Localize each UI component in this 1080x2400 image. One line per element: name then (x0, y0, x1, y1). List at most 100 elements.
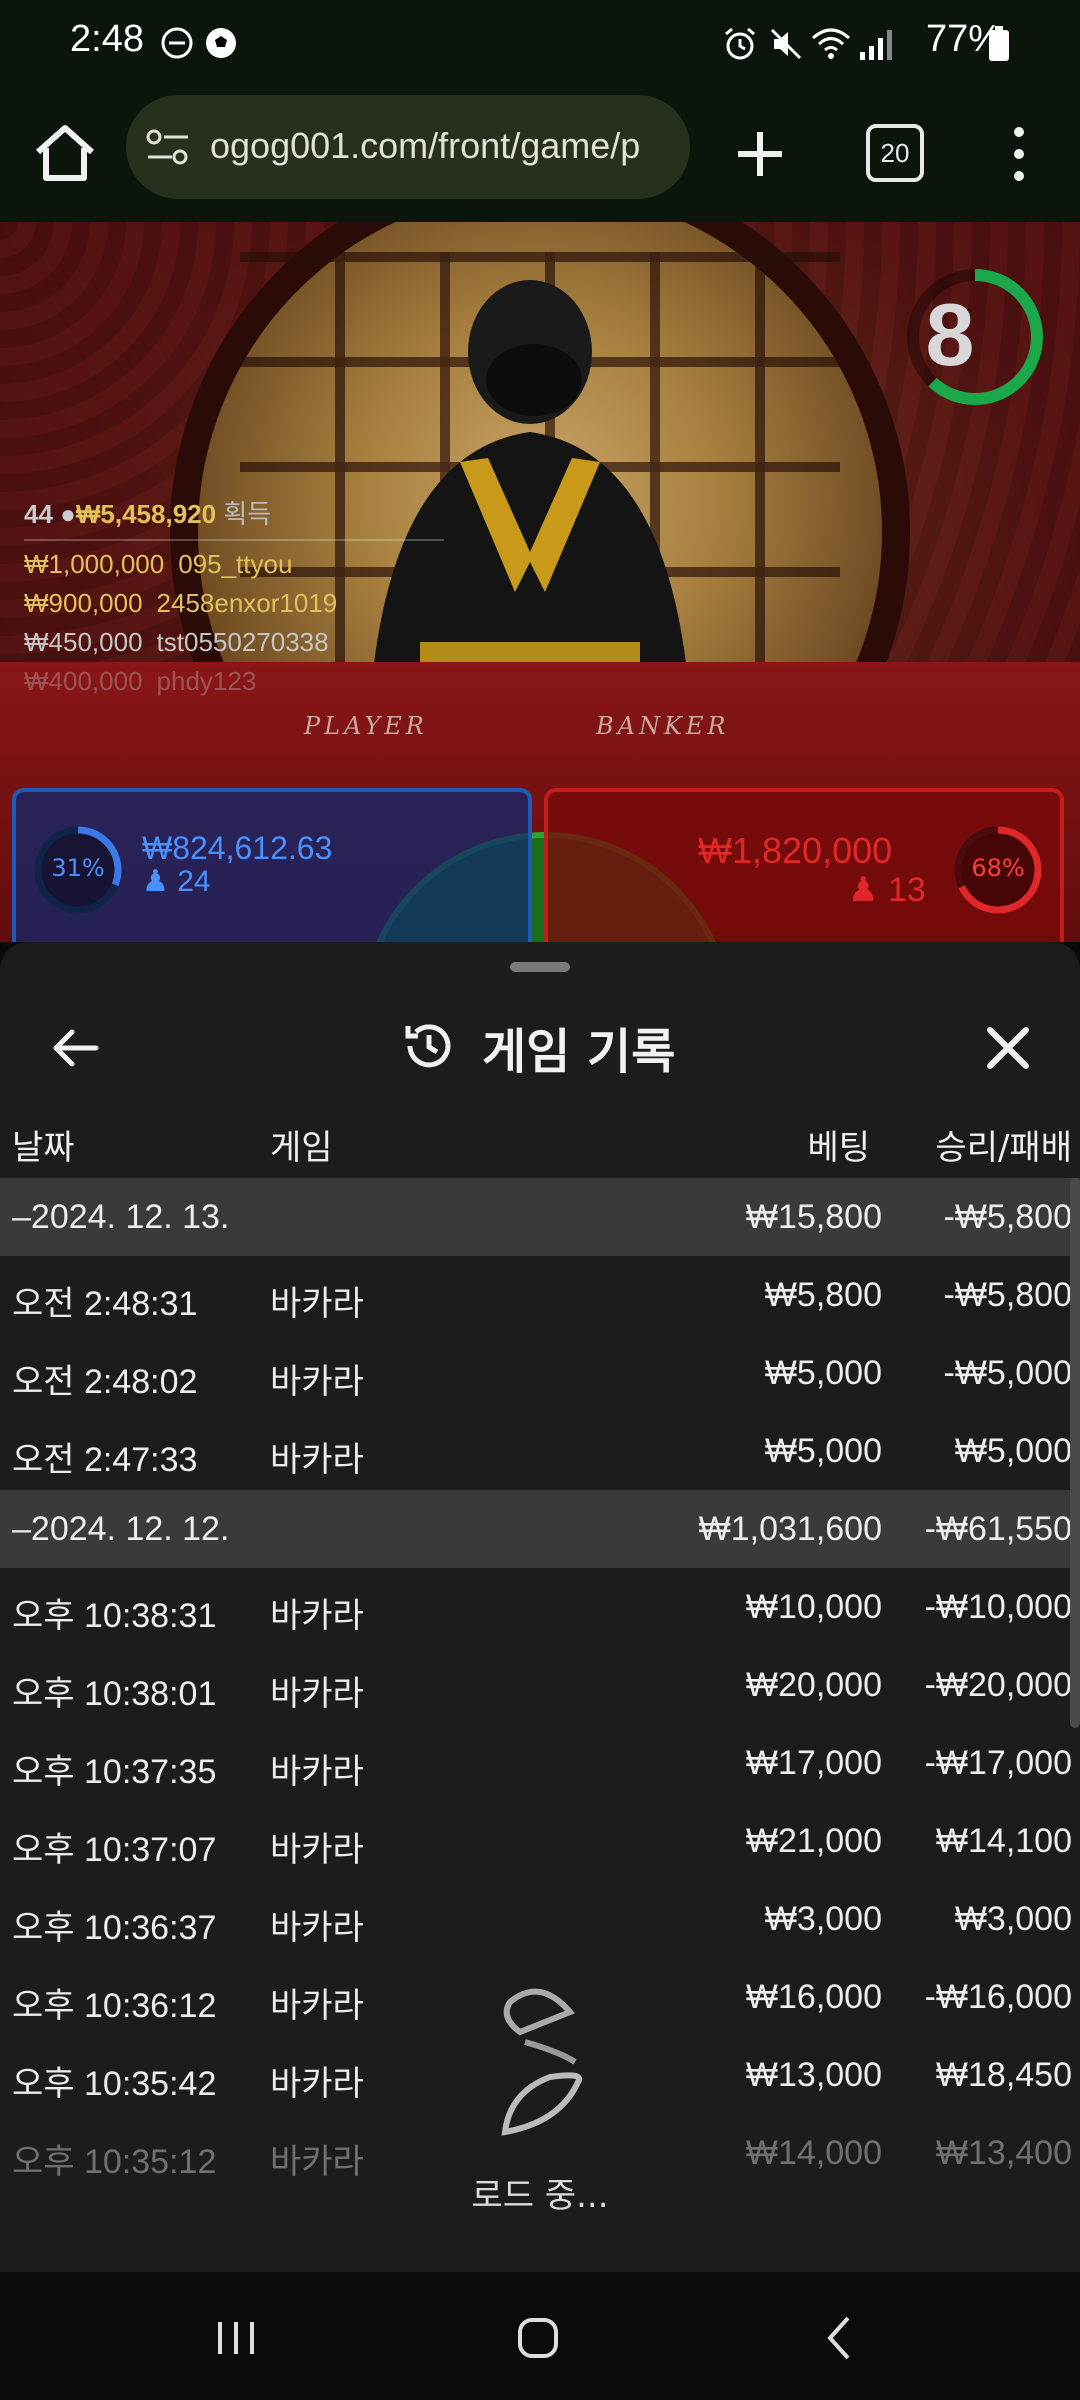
row-game: 바카라 (270, 1675, 364, 1713)
back-arrow-icon[interactable] (50, 1022, 102, 1074)
history-row: 오후 10:38:01 바카라 ₩20,000 -₩20,000 (0, 1646, 1080, 1724)
banker-bettor-count: ♟ 13 (848, 870, 926, 910)
wifi-icon (812, 28, 850, 59)
row-date: 오후 10:37:35 (12, 1753, 217, 1791)
site-settings-icon[interactable] (146, 127, 190, 167)
table-header: 날짜 게임 베팅 승리/패배 (0, 1114, 1080, 1168)
winner-name: tst0550270338 (156, 627, 329, 657)
winner-row: ₩450,000 tst0550270338 (24, 627, 444, 658)
status-time: 2:48 (70, 18, 144, 60)
row-result: ₩18,450 (935, 2056, 1072, 2094)
row-result: -₩10,000 (924, 1588, 1072, 1626)
home-icon[interactable] (30, 118, 100, 188)
row-result: -₩5,800 (943, 1276, 1073, 1314)
winners-header: 44 ●₩5,458,920 획득 (24, 494, 444, 531)
column-result: 승리/패배 (935, 1128, 1072, 1168)
close-icon[interactable] (982, 1022, 1034, 1074)
sheet-drag-handle[interactable] (510, 962, 570, 972)
row-game: 바카라 (270, 1285, 364, 1323)
row-result: ₩5,000 (954, 1432, 1072, 1470)
player-bet-total: ₩824,612.63 (142, 830, 333, 866)
back-button-icon[interactable] (810, 2308, 870, 2368)
row-bet: ₩3,000 (764, 1900, 882, 1938)
new-tab-plus-icon[interactable] (730, 124, 790, 184)
row-date: 오후 10:35:42 (12, 2065, 217, 2103)
player-count-value: 24 (177, 865, 211, 898)
row-result: ₩13,400 (935, 2134, 1072, 2172)
row-bet: ₩10,000 (745, 1588, 882, 1626)
row-bet: ₩13,000 (745, 2056, 882, 2094)
row-game: 바카라 (270, 1831, 364, 1869)
more-menu-icon[interactable] (1004, 124, 1034, 184)
row-date: 오전 2:48:02 (12, 1363, 198, 1401)
history-row: 오후 10:38:31 바카라 ₩10,000 -₩10,000 (0, 1568, 1080, 1646)
row-bet: ₩17,000 (745, 1744, 882, 1782)
row-date: 오전 2:47:33 (12, 1441, 198, 1479)
history-row: 오후 10:36:37 바카라 ₩3,000 ₩3,000 (0, 1880, 1080, 1958)
row-game: 바카라 (270, 1363, 364, 1401)
row-result: -₩5,000 (943, 1354, 1073, 1392)
date-group-row[interactable]: –2024. 12. 12. ₩1,031,600 -₩61,550 (0, 1490, 1080, 1568)
row-result: -₩20,000 (924, 1666, 1072, 1704)
scrollbar[interactable] (1070, 1178, 1080, 1728)
winner-amount: ₩900,000 (24, 588, 143, 618)
banker-bet-total: ₩1,820,000 (698, 830, 893, 871)
game-history-sheet: 게임 기록 날짜 게임 베팅 승리/패배 –2024. 12. 13. ₩15,8… (0, 942, 1080, 2272)
winner-amount: ₩450,000 (24, 627, 143, 657)
live-game-video[interactable]: PLAYER BANKER 8 44 ●₩5,458,920 획득 ₩1,000… (0, 222, 1080, 942)
row-result: -₩16,000 (924, 1978, 1072, 2016)
history-icon (405, 1024, 451, 1068)
winners-total: ₩5,458,920 (75, 499, 217, 529)
column-game: 게임 (270, 1128, 333, 1168)
winner-name: 2458enxor1019 (156, 588, 338, 618)
row-result: -₩61,550 (924, 1510, 1072, 1548)
row-bet: ₩14,000 (745, 2134, 882, 2172)
row-game: 바카라 (270, 1987, 364, 2025)
row-result: -₩5,800 (943, 1198, 1073, 1236)
player-percent: 31% (51, 854, 105, 882)
row-game: 바카라 (270, 1597, 364, 1635)
date-group-row[interactable]: –2024. 12. 13. ₩15,800 -₩5,800 (0, 1178, 1080, 1256)
winner-name: phdy123 (156, 666, 257, 696)
home-button-icon[interactable] (508, 2308, 568, 2368)
player-table-label: PLAYER (304, 712, 428, 740)
winner-amount: ₩400,000 (24, 666, 143, 696)
winner-name: 095_ttyou (178, 549, 293, 579)
history-row: 오전 2:48:02 바카라 ₩5,000 -₩5,000 (0, 1334, 1080, 1412)
winner-row: ₩400,000 phdy123 (24, 666, 444, 697)
browser-toolbar: ogog001.com/front/game/p 20 (0, 88, 1080, 222)
row-result: ₩3,000 (954, 1900, 1072, 1938)
person-icon: ♟ (848, 871, 888, 909)
row-game: 바카라 (270, 1753, 364, 1791)
sheet-title-text: 게임 기록 (482, 1024, 676, 1080)
row-date: 오후 10:35:12 (12, 2143, 217, 2181)
tab-switcher-button[interactable]: 20 (866, 124, 924, 182)
row-result: -₩17,000 (924, 1744, 1072, 1782)
alarm-icon (725, 27, 755, 60)
row-bet: ₩21,000 (745, 1822, 882, 1860)
loading-text: 로드 중... (471, 2176, 609, 2216)
history-row: 오후 10:37:07 바카라 ₩21,000 ₩14,100 (0, 1802, 1080, 1880)
status-bar: 2:48 77% (0, 0, 1080, 88)
row-date: 오후 10:38:01 (12, 1675, 217, 1713)
row-bet: ₩16,000 (745, 1978, 882, 2016)
row-bet: ₩5,800 (764, 1276, 882, 1314)
row-date: –2024. 12. 13. (12, 1198, 230, 1236)
url-text[interactable]: ogog001.com/front/game/p (210, 125, 670, 167)
row-date: 오전 2:48:31 (12, 1285, 198, 1323)
history-row: 오전 2:47:33 바카라 ₩5,000 ₩5,000 (0, 1412, 1080, 1490)
mute-icon (770, 28, 802, 60)
banker-table-label: BANKER (596, 712, 730, 740)
row-bet: ₩1,031,600 (698, 1510, 882, 1548)
column-date: 날짜 (12, 1128, 75, 1168)
banker-count-value: 13 (887, 871, 926, 909)
banker-percent: 68% (971, 854, 1025, 882)
user-icon: ● (60, 499, 76, 529)
history-row: 오전 2:48:31 바카라 ₩5,800 -₩5,800 (0, 1256, 1080, 1334)
signal-icon (860, 30, 892, 60)
recent-apps-icon[interactable] (206, 2308, 266, 2368)
history-row: 오후 10:37:35 바카라 ₩17,000 -₩17,000 (0, 1724, 1080, 1802)
address-bar[interactable]: ogog001.com/front/game/p (126, 95, 690, 199)
winners-count: 44 (24, 499, 53, 529)
player-bettor-count: ♟ 24 (142, 864, 211, 899)
